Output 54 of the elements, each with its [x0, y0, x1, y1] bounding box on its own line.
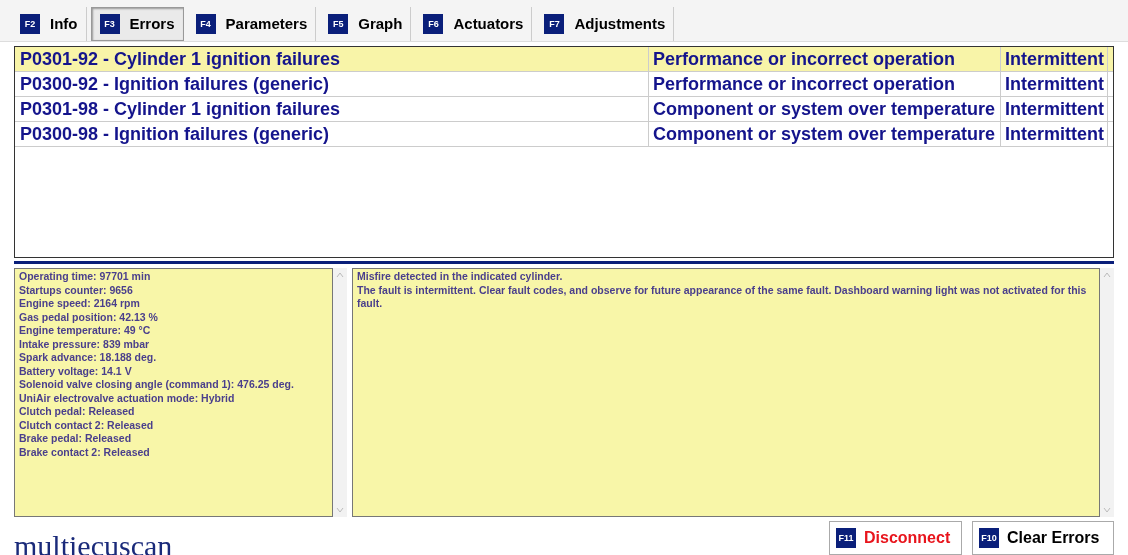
- parameter-text: Clutch contact 2: Released: [19, 418, 155, 432]
- table-cell: P0300-98 - Ignition failures (generic): [15, 122, 649, 146]
- down-icon: [336, 507, 344, 513]
- down-icon: [1103, 507, 1111, 513]
- description-text: The fault is intermittent. Clear fault codes, and observe for future appearance of the same fault. Dashboard warning light was not activated for this fault.: [357, 283, 1088, 311]
- tab[interactable]: F6 Actuators: [415, 7, 533, 41]
- table-cell: Component or system over temperature: [649, 97, 1001, 121]
- parameter-text: Engine temperature: 49 °C: [19, 324, 152, 338]
- error-row[interactable]: P0300-92 - Ignition failures (generic) Performance or incorrect operation Intermittent: [15, 72, 1113, 97]
- parameter-text: Spark advance: 18.188 deg.: [19, 351, 158, 365]
- table-cell: Performance or incorrect operation: [649, 47, 1001, 71]
- parameter-text: Solenoid valve closing angle (command 1): 476.25 deg.: [19, 378, 295, 392]
- error-row[interactable]: P0301-98 - Cylinder 1 ignition failures Component or system over temperature Intermittent: [15, 97, 1113, 122]
- key-badge: F6: [423, 14, 444, 34]
- table-cell: Intermittent: [1001, 97, 1108, 121]
- parameter-text: Intake pressure: 839 mbar: [19, 337, 151, 351]
- table-cell: Intermittent: [1001, 72, 1108, 96]
- key-badge: F3: [99, 14, 120, 34]
- parameter-text: Gas pedal position: 42.13 %: [19, 310, 159, 324]
- key-badge: F11: [836, 528, 856, 548]
- up-icon: [336, 272, 344, 278]
- table-cell: P0301-92 - Cylinder 1 ignition failures: [15, 47, 649, 71]
- up-icon: [1103, 272, 1111, 278]
- error-row[interactable]: P0300-98 - Ignition failures (generic) Component or system over temperature Intermittent: [15, 122, 1113, 147]
- table-cell: P0300-92 - Ignition failures (generic): [15, 72, 649, 96]
- parameter-text: Operating time: 97701 min: [19, 270, 152, 284]
- tab[interactable]: F7 Adjustments: [536, 7, 675, 41]
- table-cell: Intermittent: [1001, 47, 1108, 71]
- clear-errors-button[interactable]: F10 Clear Errors: [972, 521, 1114, 555]
- table-cell: Component or system over temperature: [649, 122, 1001, 146]
- key-badge: F5: [328, 14, 349, 34]
- key-badge: F2: [20, 14, 40, 34]
- tab[interactable]: F2 Info: [12, 7, 87, 41]
- description-text: Misfire detected in the indicated cylinder.: [357, 270, 564, 284]
- key-badge: F7: [544, 14, 565, 34]
- disconnect-button[interactable]: F11 Disconnect: [829, 521, 962, 555]
- table-cell: Intermittent: [1001, 122, 1108, 146]
- tab[interactable]: F4 Parameters: [187, 7, 317, 41]
- parameter-text: Clutch pedal: Released: [19, 405, 136, 419]
- parameter-text: Engine speed: 2164 rpm: [19, 297, 141, 311]
- scrollbar[interactable]: [1100, 268, 1114, 517]
- tab[interactable]: F3 Errors: [90, 7, 184, 41]
- key-badge: F10: [979, 528, 999, 548]
- key-badge: F4: [195, 14, 216, 34]
- parameter-text: Brake pedal: Released: [19, 432, 133, 446]
- parameter-text: Battery voltage: 14.1 V: [19, 364, 133, 378]
- error-row[interactable]: P0301-92 - Cylinder 1 ignition failures Performance or incorrect operation Intermittent: [15, 47, 1113, 72]
- tab[interactable]: F5 Graph: [320, 7, 412, 41]
- scrollbar[interactable]: [333, 268, 347, 517]
- table-cell: Performance or incorrect operation: [649, 72, 1001, 96]
- parameter-text: UniAir electrovalve actuation mode: Hybrid: [19, 391, 236, 405]
- table-cell: P0301-98 - Cylinder 1 ignition failures: [15, 97, 649, 121]
- parameter-text: Brake contact 2: Released: [19, 445, 151, 459]
- parameter-text: Startups counter: 9656: [19, 283, 134, 297]
